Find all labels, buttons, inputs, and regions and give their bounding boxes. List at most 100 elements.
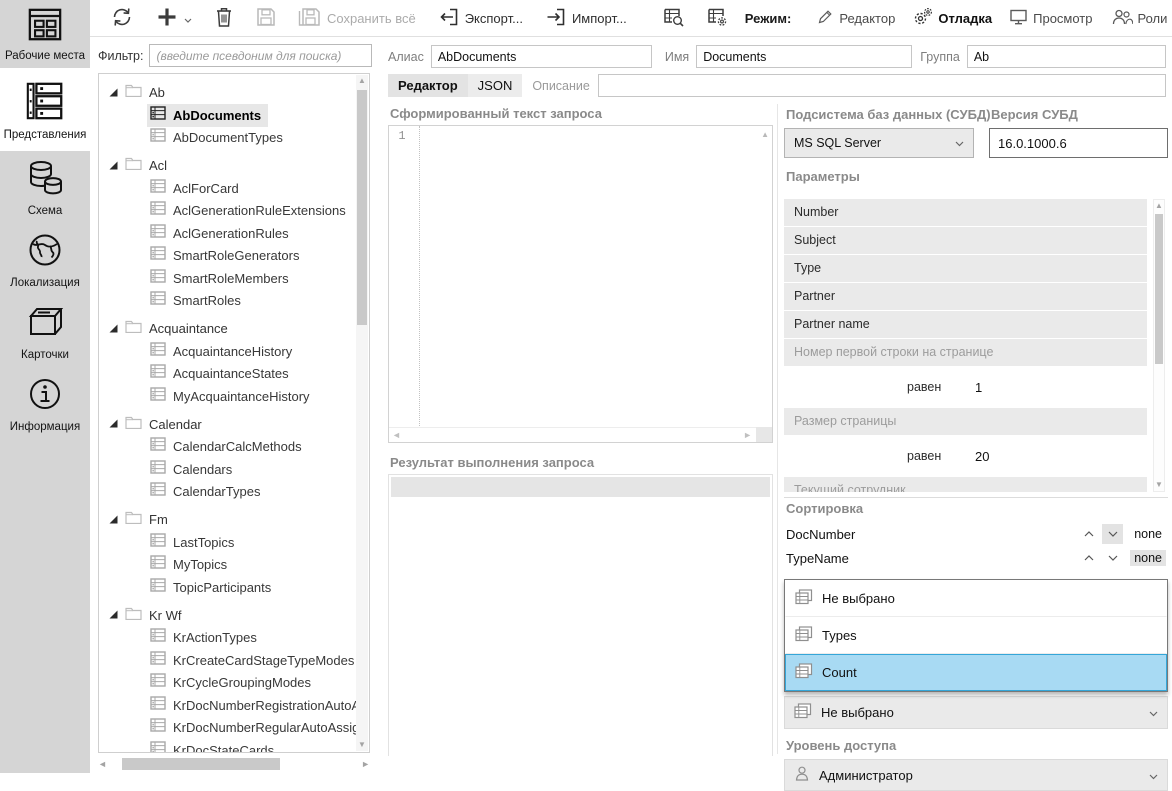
tree-group[interactable]: Fm xyxy=(109,508,355,531)
tree-item[interactable]: AbDocuments xyxy=(109,104,355,127)
parameter-condition-row[interactable]: равен20 xyxy=(784,436,1147,476)
condition-value[interactable]: 20 xyxy=(975,449,989,464)
sort-move-down-button[interactable] xyxy=(1102,524,1123,544)
refresh-button[interactable] xyxy=(104,2,140,35)
dropdown-item[interactable]: Count xyxy=(785,654,1167,691)
sidebar-item-cards[interactable]: Карточки xyxy=(0,295,90,367)
sort-direction-label[interactable]: none xyxy=(1130,526,1166,542)
tree-item[interactable]: CalendarCalcMethods xyxy=(109,436,355,459)
expander-icon[interactable] xyxy=(109,415,118,433)
sidebar-item-information[interactable]: Информация xyxy=(0,367,90,439)
tree-group[interactable]: Ab xyxy=(109,81,355,104)
sort-direction-label[interactable]: none xyxy=(1130,550,1166,566)
tree-item[interactable]: AclGenerationRules xyxy=(109,222,355,245)
tree-item[interactable]: LastTopics xyxy=(109,531,355,554)
parameter-row[interactable]: Partner xyxy=(784,283,1147,310)
tree-item[interactable]: KrCycleGroupingModes xyxy=(109,672,355,695)
parameter-group-row[interactable]: Номер первой строки на странице xyxy=(784,339,1147,366)
scroll-right-icon[interactable]: ► xyxy=(361,757,370,771)
scroll-up-icon[interactable]: ▲ xyxy=(761,130,769,139)
parameters-scrollbar[interactable]: ▲ ▼ xyxy=(1153,199,1165,492)
alias-input[interactable] xyxy=(431,45,652,68)
expander-icon[interactable] xyxy=(109,320,118,338)
scroll-left-icon[interactable]: ◄ xyxy=(392,428,401,443)
tree-item[interactable]: MyTopics xyxy=(109,554,355,577)
sidebar-item-schema[interactable]: Схема xyxy=(0,151,90,223)
sort-move-up-button[interactable] xyxy=(1078,524,1099,544)
view-settings-button[interactable] xyxy=(701,3,735,34)
scroll-up-icon[interactable]: ▲ xyxy=(356,75,368,87)
scroll-right-icon[interactable]: ► xyxy=(743,428,752,443)
tree-item[interactable]: CalendarTypes xyxy=(109,481,355,504)
mode-view-button[interactable]: Просмотр xyxy=(1004,5,1098,32)
description-input[interactable] xyxy=(598,74,1166,97)
tree-item[interactable]: SmartRoleMembers xyxy=(109,267,355,290)
query-result-grid[interactable] xyxy=(388,474,773,756)
parameter-row[interactable]: Number xyxy=(784,199,1147,226)
view-search-button[interactable] xyxy=(657,3,691,34)
reference-combobox[interactable]: Не выбрано xyxy=(784,696,1168,729)
add-button[interactable] xyxy=(150,2,198,35)
query-editor[interactable]: 1 ▲ ◄ ► xyxy=(388,125,773,443)
tree-group[interactable]: Acl xyxy=(109,154,355,177)
export-button[interactable]: Экспорт... xyxy=(432,3,529,34)
parameter-condition-row[interactable]: равен1 xyxy=(784,367,1147,407)
tree-group[interactable]: Kr Wf xyxy=(109,604,355,627)
delete-button[interactable] xyxy=(208,2,240,35)
scrollbar-thumb[interactable] xyxy=(357,90,367,325)
scroll-down-icon[interactable]: ▼ xyxy=(356,739,368,751)
scrollbar-thumb[interactable] xyxy=(1155,214,1163,364)
tree-item[interactable]: KrActionTypes xyxy=(109,627,355,650)
group-input[interactable] xyxy=(967,45,1166,68)
tree-item[interactable]: Calendars xyxy=(109,458,355,481)
tree-item[interactable]: KrCreateCardStageTypeModes xyxy=(109,649,355,672)
filter-input[interactable] xyxy=(149,44,372,67)
sort-move-down-button[interactable] xyxy=(1102,548,1123,568)
parameter-row[interactable]: Type xyxy=(784,255,1147,282)
expander-icon[interactable] xyxy=(109,84,118,102)
tree-group[interactable]: Calendar xyxy=(109,413,355,436)
parameter-row[interactable]: Subject xyxy=(784,227,1147,254)
tree-item[interactable]: AclGenerationRuleExtensions xyxy=(109,200,355,223)
sidebar-item-workplaces[interactable]: Рабочие места xyxy=(0,0,90,68)
condition-value[interactable]: 1 xyxy=(975,380,982,395)
tree-group[interactable]: Acquaintance xyxy=(109,317,355,340)
scroll-down-icon[interactable]: ▼ xyxy=(1154,479,1164,491)
sort-move-up-button[interactable] xyxy=(1078,548,1099,568)
expander-icon[interactable] xyxy=(109,511,118,529)
scroll-left-icon[interactable]: ◄ xyxy=(98,757,107,771)
editor-horizontal-scrollbar[interactable]: ◄ ► xyxy=(389,427,772,442)
parameter-row[interactable]: Partner name xyxy=(784,311,1147,338)
sidebar-item-views[interactable]: Представления xyxy=(0,68,90,151)
name-input[interactable] xyxy=(696,45,912,68)
dbms-version-input[interactable] xyxy=(989,128,1168,158)
expander-icon[interactable] xyxy=(109,157,118,175)
tree-item[interactable]: AbDocumentTypes xyxy=(109,127,355,150)
mode-roles-button[interactable]: Роли xyxy=(1105,5,1172,32)
tree-item[interactable]: TopicParticipants xyxy=(109,576,355,599)
mode-debug-button[interactable]: Отладка xyxy=(907,3,998,33)
mode-editor-button[interactable]: Редактор xyxy=(811,4,901,32)
dropdown-item[interactable]: Types xyxy=(785,617,1167,654)
access-level-combobox[interactable]: Администратор xyxy=(784,759,1168,791)
parameter-group-row[interactable]: Текущий сотрудник xyxy=(784,477,1147,492)
tree-item[interactable]: KrDocStateCards xyxy=(109,739,355,753)
scroll-up-icon[interactable]: ▲ xyxy=(1154,200,1164,212)
tab-editor[interactable]: Редактор xyxy=(388,74,468,97)
tree-item[interactable]: KrDocNumberRegistrationAutoA xyxy=(109,694,355,717)
tree-item[interactable]: AcquaintanceHistory xyxy=(109,340,355,363)
scrollbar-thumb[interactable] xyxy=(122,758,280,770)
save-button[interactable] xyxy=(250,3,282,34)
dbms-combobox[interactable]: MS SQL Server xyxy=(784,128,974,158)
tree-horizontal-scrollbar[interactable]: ◄ ► xyxy=(98,757,370,771)
tree-item[interactable]: KrDocNumberRegularAutoAssign xyxy=(109,717,355,740)
sidebar-item-localization[interactable]: Локализация xyxy=(0,223,90,295)
tab-json[interactable]: JSON xyxy=(468,74,523,97)
tree-item[interactable]: AcquaintanceStates xyxy=(109,363,355,386)
import-button[interactable]: Импорт... xyxy=(539,3,633,34)
tree-item[interactable]: AclForCard xyxy=(109,177,355,200)
save-all-button[interactable]: Сохранить всё xyxy=(292,3,422,34)
tree-vertical-scrollbar[interactable]: ▲ ▼ xyxy=(356,75,368,751)
tree-item[interactable]: SmartRoleGenerators xyxy=(109,245,355,268)
expander-icon[interactable] xyxy=(109,606,118,624)
